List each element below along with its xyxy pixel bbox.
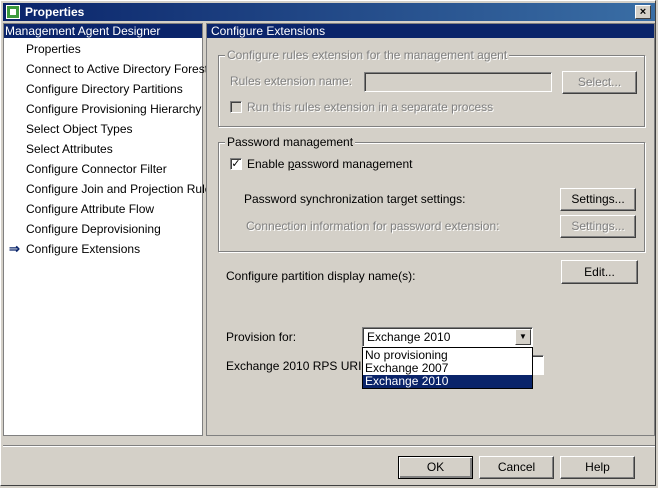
password-sync-settings-button[interactable]: Settings... [560,188,636,211]
nav-item-object-types[interactable]: Select Object Types [26,122,133,136]
enable-password-checkbox[interactable]: ✓ [230,158,242,170]
close-button[interactable]: × [635,5,651,19]
nav-item-extensions[interactable]: Configure Extensions [26,242,140,256]
nav-item-directory-partitions[interactable]: Configure Directory Partitions [26,82,183,96]
password-management-legend: Password management [225,135,356,149]
ok-button[interactable]: OK [398,456,473,479]
enable-password-label-prefix: Enable [247,157,288,171]
rules-extension-legend: Configure rules extension for the manage… [225,48,510,62]
password-sync-label: Password synchronization target settings… [244,192,466,206]
rps-uri-label: Exchange 2010 RPS URI: [226,359,365,373]
properties-dialog: Properties × Management Agent Designer P… [0,0,656,486]
password-management-group: Password management ✓ Enable password ma… [218,135,645,252]
window-title: Properties [25,5,85,19]
content-header: Configure Extensions [207,24,654,38]
current-step-arrow-icon: ⇒ [9,241,20,256]
title-bar: Properties × [3,3,655,21]
partition-display-label: Configure partition display name(s): [226,269,416,283]
nav-item-attributes[interactable]: Select Attributes [26,142,113,156]
separate-process-checkbox[interactable] [230,101,242,113]
content-panel: Configure Extensions Configure rules ext… [206,23,655,436]
checkmark-icon: ✓ [231,158,241,170]
nav-item-deprovisioning[interactable]: Configure Deprovisioning [26,222,161,236]
enable-password-label: Enable password management [247,157,412,171]
edit-partition-button[interactable]: Edit... [561,260,638,284]
nav-item-provisioning-hierarchy[interactable]: Configure Provisioning Hierarchy [26,102,201,116]
nav-item-connector-filter[interactable]: Configure Connector Filter [26,162,167,176]
provision-for-select[interactable]: Exchange 2010 ▼ [362,327,533,347]
separate-process-label: Run this rules extension in a separate p… [247,100,494,114]
rules-extension-name-input[interactable] [364,72,552,92]
rules-extension-group: Configure rules extension for the manage… [218,48,645,127]
provision-for-value: Exchange 2010 [367,330,451,344]
nav-item-properties[interactable]: Properties [26,42,81,56]
nav-item-join-projection[interactable]: Configure Join and Projection Rules [26,182,217,196]
navigation-header: Management Agent Designer [4,24,202,38]
password-connection-settings-button[interactable]: Settings... [560,215,636,238]
help-button[interactable]: Help [560,456,635,479]
option-exchange-2010[interactable]: Exchange 2010 [363,375,532,388]
navigation-panel: Management Agent Designer Properties Con… [3,23,217,436]
rules-extension-name-label: Rules extension name: [230,74,353,88]
app-icon [6,5,20,19]
password-connection-label: Connection information for password exte… [246,219,500,233]
nav-item-attribute-flow[interactable]: Configure Attribute Flow [26,202,154,216]
nav-item-connect-forest[interactable]: Connect to Active Directory Forest [26,62,208,76]
provision-for-dropdown-list: No provisioning Exchange 2007 Exchange 2… [362,347,533,389]
cancel-button[interactable]: Cancel [479,456,554,479]
enable-password-label-suffix: assword management [294,157,413,171]
dropdown-arrow-icon[interactable]: ▼ [515,329,531,345]
select-extension-button[interactable]: Select... [562,71,637,94]
footer-separator [3,445,655,447]
close-icon: × [639,6,647,18]
provision-for-label: Provision for: [226,330,297,344]
